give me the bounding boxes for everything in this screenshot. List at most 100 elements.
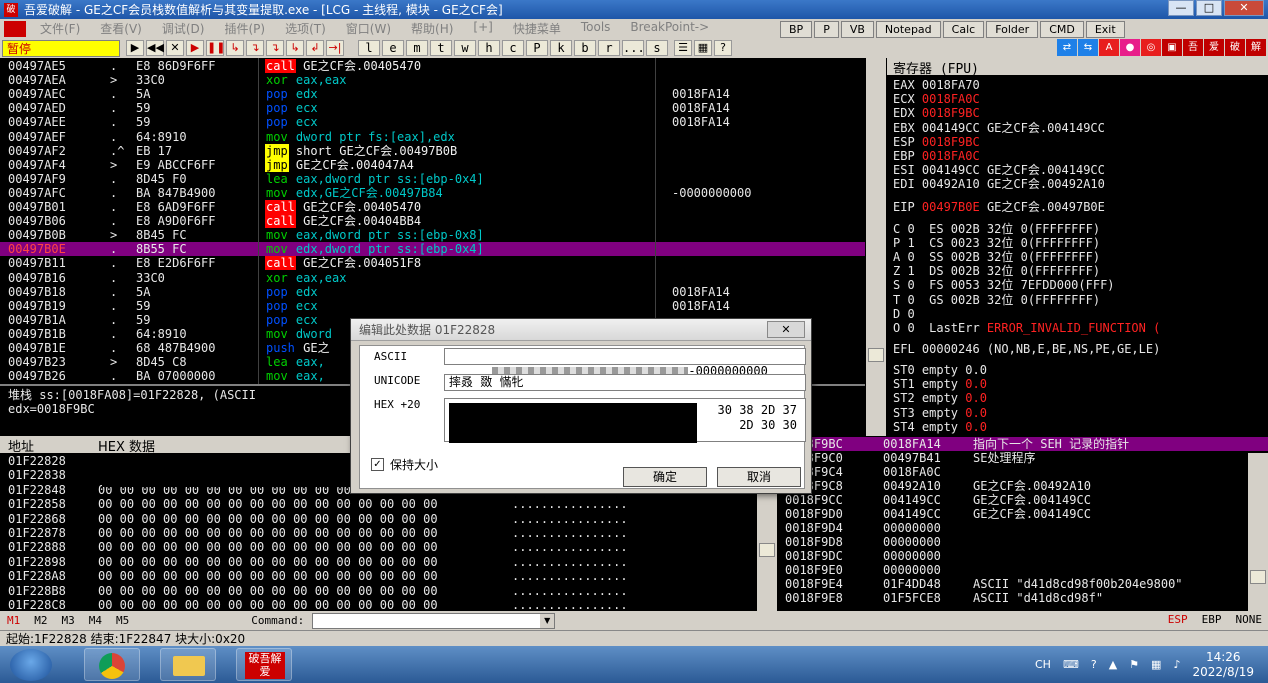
bookmark-button[interactable]: M1 [0, 614, 27, 627]
disasm-row[interactable]: 00497AEA >33C0 xor eax,eax [0, 73, 865, 87]
toolbar-window-button[interactable]: s [646, 40, 668, 56]
plugin-icon[interactable]: A [1099, 39, 1119, 56]
bookmark-button[interactable]: M4 [82, 614, 109, 627]
register-row[interactable]: ESP 0018F9BC [893, 135, 987, 149]
toolbar-button[interactable]: ▶ [186, 40, 204, 56]
stack-row[interactable]: 0018F9D4 00000000 [779, 521, 1268, 535]
ok-button[interactable]: 确定 [623, 467, 707, 487]
menu-item[interactable]: 窗口(W) [336, 20, 401, 37]
registers-pane[interactable]: 寄存器 (FPU) EAX 0018FA70 ECX 0018FA0C EDX … [887, 58, 1268, 436]
dump-bytes[interactable]: 00 00 00 00 00 00 00 00 00 00 00 00 00 0… [98, 569, 438, 583]
disasm-row[interactable]: 00497AF2 .^ EB 17 jmp short GE之CF会.00497B0B [0, 143, 865, 158]
disasm-row[interactable]: 00497AEE. 59 pop ecx 0018FA14 [0, 115, 865, 129]
toolbar-window-button[interactable]: w [454, 40, 476, 56]
stack-mode-button[interactable]: EBP [1202, 613, 1222, 626]
disasm-row[interactable]: 00497B19. 59 pop ecx 0018FA14 [0, 299, 865, 313]
maximize-button[interactable]: □ [1196, 0, 1222, 16]
menu-item[interactable]: 查看(V) [90, 20, 152, 37]
scroll-thumb[interactable] [759, 543, 775, 557]
toolbar-window-button[interactable]: ... [622, 40, 645, 56]
toolbar-button[interactable]: ▶ [126, 40, 144, 56]
register-value[interactable]: 0018FA70 [922, 78, 980, 92]
quick-button[interactable]: VB [840, 21, 874, 38]
efl-row[interactable]: EFL 00000246 (NO,NB,E,BE,NS,PE,GE,LE) [893, 342, 1160, 356]
plugin-icon[interactable]: 破 [1225, 39, 1245, 56]
toolbar-button[interactable]: ❚❚ [206, 40, 225, 56]
menu-item[interactable]: Tools [571, 20, 621, 37]
quick-button[interactable]: BP [780, 21, 813, 38]
chevron-down-icon[interactable]: ▼ [540, 613, 555, 628]
toolbar-button[interactable]: →| [326, 40, 344, 56]
stack-mode-button[interactable]: ESP [1168, 613, 1188, 626]
toolbar-window-button[interactable]: k [550, 40, 572, 56]
help-icon[interactable]: ? [1091, 658, 1097, 671]
plugin-icon[interactable]: ⇆ [1078, 39, 1098, 56]
lang-indicator[interactable]: CH [1035, 658, 1051, 671]
fpu-row[interactable]: ST3 empty 0.0 [893, 406, 987, 420]
disasm-scrollbar[interactable] [866, 58, 886, 436]
dialog-close-button[interactable]: ✕ [767, 321, 805, 338]
quick-button[interactable]: P [814, 21, 839, 38]
fpu-row[interactable]: ST1 empty 0.0 [893, 377, 987, 391]
dump-bytes[interactable]: 00 00 00 00 00 00 00 00 00 00 00 00 00 0… [98, 555, 438, 569]
stack-row[interactable]: 0018F9C0 00497B41 SE处理程序 [779, 451, 1268, 465]
register-row[interactable]: EAX 0018FA70 [893, 78, 987, 92]
dump-bytes[interactable]: 00 00 00 00 00 00 00 00 00 00 00 00 00 0… [98, 512, 438, 526]
dump-col-hex[interactable]: HEX 数据 [90, 436, 155, 455]
keep-size-checkbox[interactable]: ✓ 保持大小 [371, 456, 438, 473]
stack-row[interactable]: 0018F9E4 01F4DD48 ASCII "d41d8cd98f00b204e… [779, 577, 1268, 591]
start-button[interactable] [10, 649, 52, 681]
dump-row[interactable]: 01F228B8 00 00 00 00 00 00 00 00 00 00 00… [0, 584, 757, 598]
disasm-row[interactable]: 00497B01. E8 6AD9F6FF call GE之CF会.00405470 [0, 200, 865, 214]
toolbar-window-button[interactable]: b [574, 40, 596, 56]
flag-row[interactable]: S 0 FS 0053 32位 7EFDD000(FFF) [893, 278, 1115, 292]
disasm-row[interactable]: 00497B06. E8 A9D0F6FF call GE之CF会.00404BB4 [0, 214, 865, 229]
flag-row[interactable]: A 0 SS 002B 32位 0(FFFFFFFF) [893, 250, 1100, 264]
toolbar-window-button[interactable]: c [502, 40, 524, 56]
plugin-icon[interactable]: ⇄ [1057, 39, 1077, 56]
quick-button[interactable]: Notepad [875, 21, 941, 38]
scroll-thumb[interactable] [868, 348, 884, 362]
stack-row[interactable]: 0018F9D8 00000000 [779, 535, 1268, 549]
register-value[interactable]: 00492A10 [922, 177, 980, 191]
register-value[interactable]: 0018FA0C [922, 149, 980, 163]
checkbox-check-icon[interactable]: ✓ [371, 458, 384, 471]
register-row[interactable]: EBX 004149CC GE之CF会.004149CC [893, 121, 1105, 135]
quick-button[interactable]: Calc [942, 21, 985, 38]
taskbar-explorer[interactable] [160, 648, 216, 681]
disasm-row[interactable]: 00497B0E. 8B55 FC mov edx,dword ptr ss:[eb… [0, 242, 865, 257]
volume-icon[interactable]: ♪ [1173, 658, 1180, 671]
hex-field[interactable]: 30 38 2D 37 2D 30 30 [444, 398, 806, 443]
stack-row[interactable]: 0018F9C4 0018FA0C [779, 465, 1268, 479]
stack-mode-button[interactable]: NONE [1236, 613, 1263, 626]
bookmark-button[interactable]: M2 [27, 614, 54, 627]
toolbar-button[interactable]: ◀◀ [146, 40, 164, 56]
disasm-row[interactable]: 00497AFC. BA 847B4900 mov edx,GE之CF会.00497… [0, 186, 865, 200]
unicode-field[interactable]: 摔叒 敪 慲牝 [444, 374, 806, 391]
menu-item[interactable]: 文件(F) [30, 20, 90, 37]
stack-row[interactable]: 0018F9E0 00000000 [779, 563, 1268, 577]
quick-button[interactable]: Folder [986, 21, 1039, 38]
ascii-field[interactable]: -0000000000 [444, 348, 806, 378]
toolbar-window-button[interactable]: l [358, 40, 380, 56]
fpu-row[interactable]: ST4 empty 0.0 [893, 420, 987, 434]
cancel-button[interactable]: 取消 [717, 467, 801, 487]
stack-scrollbar[interactable] [1248, 453, 1268, 611]
network-icon[interactable]: ▦ [1151, 658, 1161, 671]
menu-item[interactable]: 插件(P) [214, 20, 275, 37]
fpu-row[interactable]: ST2 empty 0.0 [893, 391, 987, 405]
register-value[interactable]: 0018F9BC [922, 106, 980, 120]
toolbar-window-button[interactable]: P [526, 40, 548, 56]
dump-row[interactable]: 01F228A8 00 00 00 00 00 00 00 00 00 00 00… [0, 569, 757, 583]
register-row[interactable]: ECX 0018FA0C [893, 92, 987, 106]
minimize-button[interactable]: — [1168, 0, 1194, 16]
dump-bytes[interactable]: 00 00 00 00 00 00 00 00 00 00 00 00 00 0… [98, 540, 438, 554]
toolbar-button[interactable]: ↳ [286, 40, 304, 56]
toolbar-button[interactable]: ↳ [226, 40, 244, 56]
fpu-row[interactable]: ST0 empty 0.0 [893, 363, 987, 377]
register-value[interactable]: 00497B0E [922, 200, 980, 214]
menu-item[interactable]: [+] [463, 20, 502, 37]
stack-row[interactable]: 0018F9BC 0018FA14 指向下一个 SEH 记录的指针 [779, 437, 1268, 451]
clock[interactable]: 14:26 2022/8/19 [1192, 650, 1254, 680]
register-row-eip[interactable]: EIP 00497B0E GE之CF会.00497B0E [893, 200, 1105, 214]
